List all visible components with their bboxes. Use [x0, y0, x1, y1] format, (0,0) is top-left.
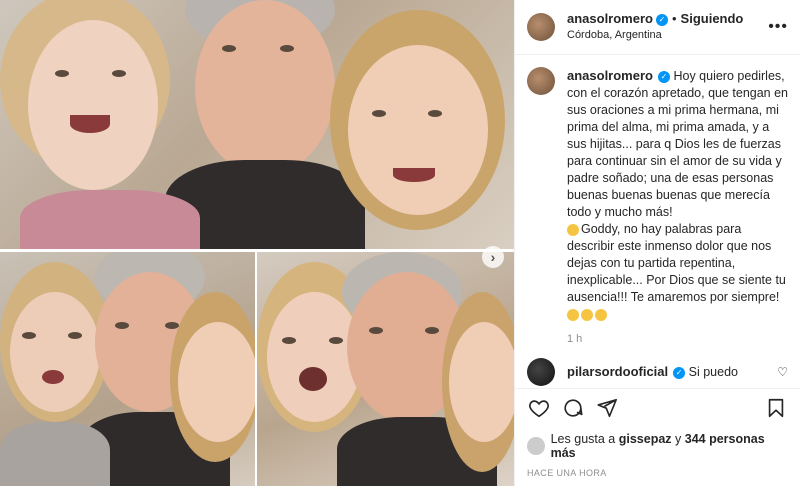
follow-status-button[interactable]: Siguiendo — [681, 11, 744, 26]
sad-face-emoji-icon — [595, 308, 607, 321]
post-side-panel: anasolromero ✓ • Siguiendo Córdoba, Argenti… — [514, 0, 800, 486]
heart-icon — [529, 399, 549, 417]
post-header: anasolromero ✓ • Siguiendo Córdoba, Argenti… — [515, 0, 800, 55]
photo-top — [0, 0, 514, 249]
caption-timestamp[interactable]: 1 h — [567, 331, 788, 348]
sad-face-emoji-icon — [567, 223, 579, 236]
bookmark-icon — [768, 398, 784, 417]
sad-face-emoji-icon — [567, 308, 579, 321]
liker-username[interactable]: gissepaz — [619, 432, 672, 446]
comment-button[interactable] — [559, 394, 587, 422]
post-author-username[interactable]: anasolromero — [567, 11, 653, 26]
caption-text-2: Goddy, no hay palabras para describir es… — [567, 222, 790, 304]
caption-avatar[interactable] — [527, 67, 555, 95]
caption-row: anasolromero ✓ Hoy quiero pedirles, con e… — [527, 67, 788, 348]
commenter-username[interactable]: pilarsordooficial — [567, 364, 668, 379]
chevron-right-icon: › — [490, 249, 496, 265]
likes-connector: y — [675, 432, 682, 446]
comment-icon — [564, 398, 583, 417]
verified-badge-icon: ✓ — [655, 13, 668, 26]
action-bar — [515, 388, 800, 426]
likes-prefix: Les gusta a — [550, 432, 616, 446]
likes-summary: Les gusta a gissepaz y 344 personas más — [515, 426, 800, 460]
avatar[interactable] — [527, 13, 555, 41]
next-photo-button[interactable]: › — [482, 246, 504, 268]
separator-dot: • — [671, 11, 677, 26]
like-button[interactable] — [525, 394, 553, 422]
comment-text: Si puedo — [688, 365, 738, 379]
caption-text: Hoy quiero pedirles, con el corazón apre… — [567, 69, 792, 219]
verified-badge-icon: ✓ — [657, 70, 670, 83]
save-button[interactable] — [762, 394, 790, 422]
photo-bottom-right — [257, 252, 514, 486]
comments-section: anasolromero ✓ Hoy quiero pedirles, con e… — [515, 55, 800, 388]
comment-row: pilarsordooficial ✓ Si puedo ♡ — [527, 358, 788, 386]
commenter-avatar[interactable] — [527, 358, 555, 386]
photo-bottom-left — [0, 252, 255, 486]
verified-badge-icon: ✓ — [673, 366, 686, 379]
paper-plane-icon — [597, 398, 617, 417]
more-options-icon[interactable]: ••• — [768, 18, 788, 36]
comment-like-heart-icon[interactable]: ♡ — [777, 365, 788, 379]
post-media[interactable]: › — [0, 0, 514, 486]
caption-username[interactable]: anasolromero — [567, 68, 653, 83]
share-button[interactable] — [593, 394, 621, 422]
post-location[interactable]: Córdoba, Argentina — [567, 27, 743, 43]
sad-face-emojis — [567, 307, 609, 321]
sad-face-emoji-icon — [581, 308, 593, 321]
post-timestamp[interactable]: HACE UNA HORA — [515, 460, 800, 486]
post-viewer: › anasolromero ✓ • Siguiendo Córdoba, Argen… — [0, 0, 800, 486]
liker-avatar[interactable] — [527, 437, 545, 455]
